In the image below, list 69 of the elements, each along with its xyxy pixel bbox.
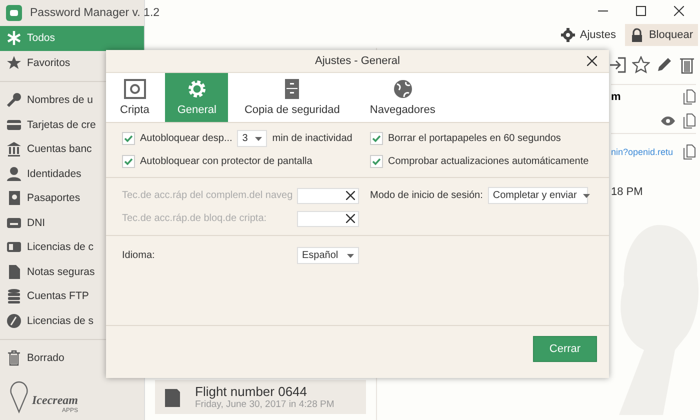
- copy-icon[interactable]: [683, 89, 696, 105]
- person-icon: [6, 166, 22, 182]
- app-title: Password Manager v. 1.2: [30, 7, 160, 19]
- eye-icon[interactable]: [661, 116, 675, 126]
- sidebar-item[interactable]: Licencias de s: [0, 308, 144, 333]
- checkbox-label: Autobloquear con protector de pantalla: [140, 156, 312, 167]
- sidebar-item[interactable]: Borrado: [0, 346, 144, 370]
- clear-icon[interactable]: [346, 191, 355, 200]
- list-item[interactable]: Flight number 0644 Friday, June 30, 2017 in 4:28 PM: [155, 380, 366, 414]
- sidebar-item[interactable]: Notas seguras: [0, 260, 144, 284]
- globe-icon: [392, 79, 414, 99]
- sidebar-item[interactable]: Cuentas FTP: [0, 284, 144, 308]
- gear-icon: [186, 79, 208, 99]
- trash-icon[interactable]: [678, 56, 696, 74]
- field-value: m: [611, 91, 621, 103]
- login-mode-label: Modo de inicio de sesión:: [370, 190, 483, 201]
- checkbox-label: Autobloquear desp...: [140, 133, 232, 144]
- minutes-dropdown[interactable]: 3: [237, 130, 268, 147]
- trash-icon: [6, 350, 22, 366]
- hotkey-field[interactable]: [297, 210, 359, 226]
- bank-icon: [6, 141, 22, 158]
- item-date: Friday, June 30, 2017 in 4:28 PM: [195, 399, 334, 410]
- checkbox[interactable]: [370, 155, 383, 168]
- document-icon: [6, 264, 22, 280]
- checkbox[interactable]: [370, 132, 383, 145]
- key-icon: [6, 92, 22, 108]
- passport-icon: [6, 190, 22, 206]
- copy-icon[interactable]: [683, 113, 696, 129]
- sidebar-item[interactable]: Favoritos: [0, 50, 144, 75]
- checkbox-label: Borrar el portapapeles en 60 segundos: [388, 133, 561, 144]
- app-icon: [6, 5, 22, 21]
- checkbox[interactable]: [122, 155, 135, 168]
- caret-icon: [582, 194, 590, 198]
- caret-icon: [255, 136, 262, 140]
- unit-label: min de inactividad: [272, 133, 352, 144]
- close-icon[interactable]: [587, 56, 597, 66]
- dialog-title: Ajustes - General: [315, 55, 400, 67]
- pencil-icon[interactable]: [655, 56, 673, 74]
- item-title: Flight number 0644: [195, 384, 308, 399]
- settings-icon: [560, 28, 575, 42]
- close-icon[interactable]: [674, 6, 684, 16]
- settings-button[interactable]: Ajustes: [556, 24, 621, 46]
- copy-icon[interactable]: [683, 144, 696, 160]
- disc-icon: [6, 312, 22, 329]
- checkbox-label: Comprobar actualizaciones automáticamente: [388, 156, 589, 167]
- clear-icon[interactable]: [346, 214, 355, 223]
- language-dropdown[interactable]: Español: [297, 247, 359, 264]
- item-time: 18 PM: [611, 186, 644, 198]
- checkbox[interactable]: [122, 132, 135, 145]
- database-icon: [6, 288, 22, 304]
- hotkey-field[interactable]: [297, 188, 359, 204]
- lock-button[interactable]: Bloquear: [624, 24, 698, 46]
- link[interactable]: nin?openid.retu: [611, 147, 674, 157]
- caret-icon: [347, 254, 354, 258]
- star-icon[interactable]: [632, 56, 650, 74]
- tab[interactable]: Cripta: [106, 73, 164, 122]
- language-label: Idioma:: [122, 250, 156, 261]
- login-icon[interactable]: [609, 56, 627, 74]
- login-mode-dropdown[interactable]: Completar y enviar: [488, 187, 588, 204]
- tab[interactable]: Copia de seguridad: [230, 73, 354, 122]
- lock-icon: [630, 28, 644, 42]
- hotkey-label: Tec.de acc.ráp.de bloq.de cripta:: [122, 213, 268, 224]
- safe-icon: [124, 79, 146, 99]
- star-icon: [6, 54, 22, 71]
- tab[interactable]: Navegadores: [356, 73, 450, 122]
- hotkey-label: Tec.de acc.ráp del complem.del naveg: [122, 190, 292, 201]
- asterisk-icon: [6, 30, 22, 46]
- maximize-icon[interactable]: [636, 6, 646, 16]
- logo-text: Icecream: [32, 393, 78, 408]
